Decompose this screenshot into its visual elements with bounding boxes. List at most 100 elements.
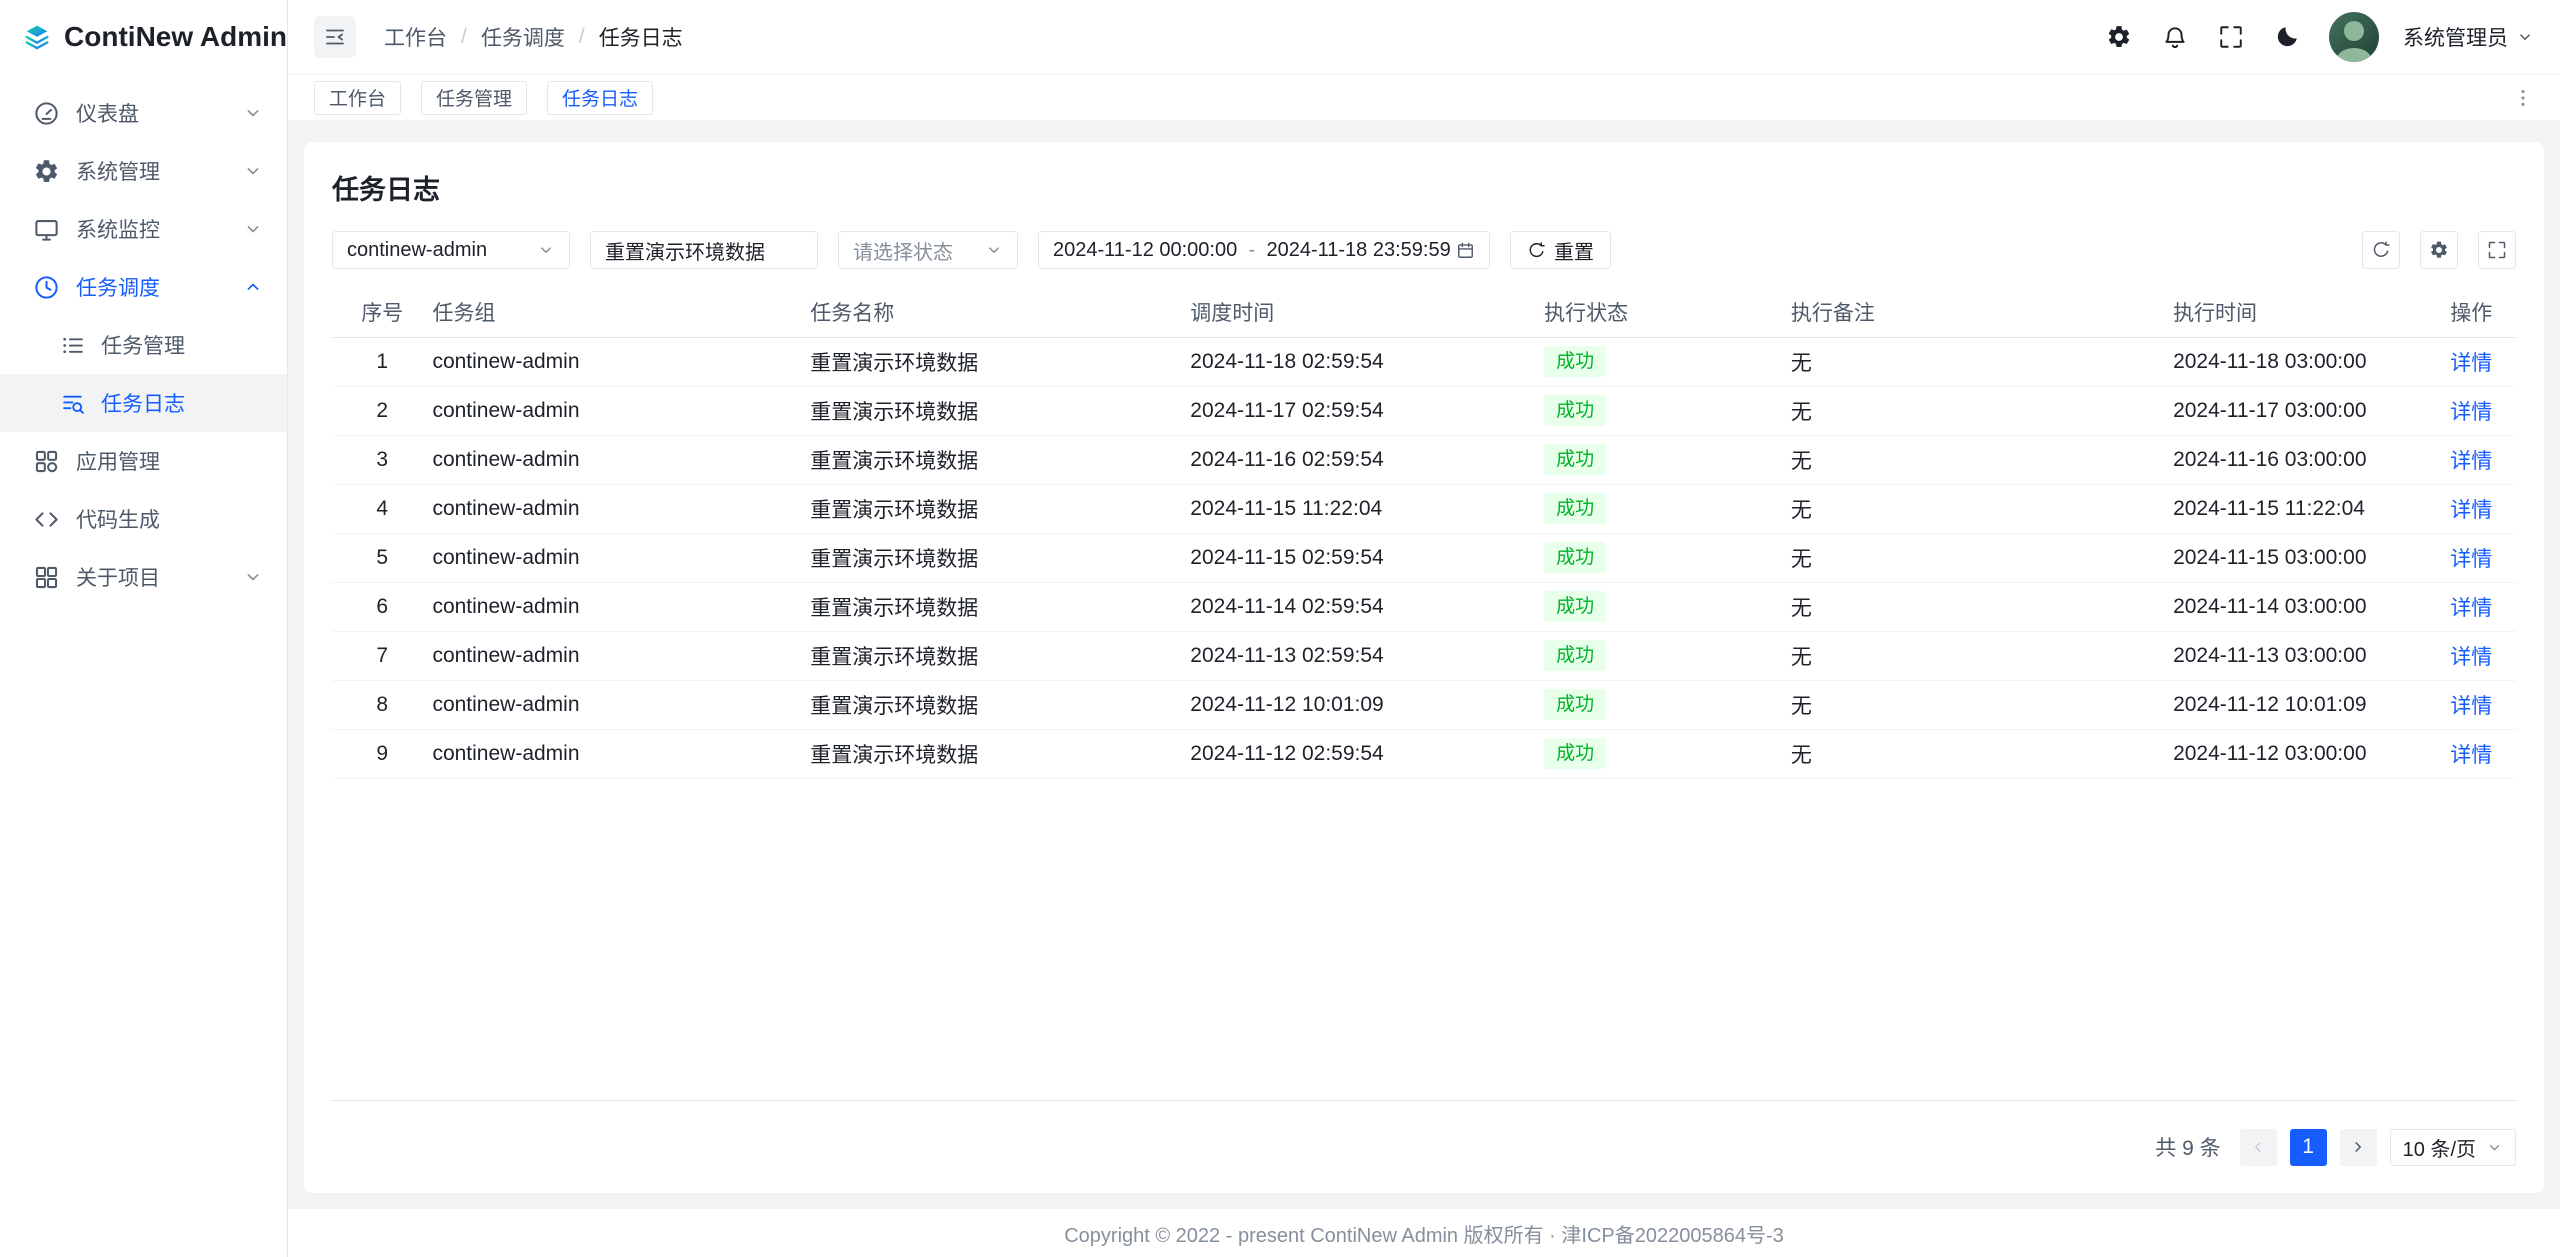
content-area: 任务日志 continew-admin 请选择状态 2024-11-12 00:… [288,120,2560,1209]
cell-schedule-time: 2024-11-18 02:59:54 [1190,337,1544,386]
sidebar-item-system-monitor[interactable]: 系统监控 [0,200,287,258]
theme-toggle-button[interactable] [2265,15,2309,59]
chevron-down-icon [243,567,263,587]
notification-button[interactable] [2153,15,2197,59]
cell-index: 2 [332,386,432,435]
task-name-input[interactable] [590,231,818,269]
task-group-select[interactable]: continew-admin [332,231,570,269]
page-title: 任务日志 [304,142,2544,207]
settings-button[interactable] [2097,15,2141,59]
cell-action: 详情 [2426,533,2516,582]
cell-remark: 无 [1791,729,2173,778]
table-row: 5 continew-admin 重置演示环境数据 2024-11-15 02:… [332,533,2516,582]
detail-link[interactable]: 详情 [2450,450,2492,473]
breadcrumb-separator: / [461,25,467,49]
cell-name: 重置演示环境数据 [810,729,1190,778]
detail-link[interactable]: 详情 [2450,499,2492,522]
reset-button-label: 重置 [1554,236,1594,265]
date-range-picker[interactable]: 2024-11-12 00:00:00 - 2024-11-18 23:59:5… [1038,231,1490,269]
cell-status: 成功 [1544,729,1791,778]
user-menu[interactable]: 系统管理员 [2403,22,2534,52]
status-badge: 成功 [1544,346,1606,377]
table-row: 9 continew-admin 重置演示环境数据 2024-11-12 02:… [332,729,2516,778]
bell-icon [2162,24,2188,50]
cell-schedule-time: 2024-11-14 02:59:54 [1190,582,1544,631]
cell-action: 详情 [2426,435,2516,484]
detail-link[interactable]: 详情 [2450,401,2492,424]
breadcrumb-item[interactable]: 任务调度 [481,22,565,52]
apps-icon [33,448,60,475]
cell-action: 详情 [2426,337,2516,386]
detail-link[interactable]: 详情 [2450,597,2492,620]
col-header-group: 任务组 [432,287,810,337]
status-badge: 成功 [1544,591,1606,622]
sidebar-item-system-management[interactable]: 系统管理 [0,142,287,200]
avatar[interactable] [2329,12,2379,62]
breadcrumb-item[interactable]: 工作台 [384,22,447,52]
status-select[interactable]: 请选择状态 [838,231,1018,269]
sidebar-item-about-project[interactable]: 关于项目 [0,548,287,606]
cell-index: 7 [332,631,432,680]
status-badge: 成功 [1544,689,1606,720]
pagination-total: 共 9 条 [2155,1132,2220,1162]
chevron-down-icon [985,241,1003,259]
page-size-value: 10 条/页 [2403,1133,2476,1162]
table-settings-button[interactable] [2420,231,2458,269]
detail-link[interactable]: 详情 [2450,646,2492,669]
cell-remark: 无 [1791,386,2173,435]
cell-remark: 无 [1791,631,2173,680]
fullscreen-button[interactable] [2209,15,2253,59]
cell-schedule-time: 2024-11-15 02:59:54 [1190,533,1544,582]
table-row: 2 continew-admin 重置演示环境数据 2024-11-17 02:… [332,386,2516,435]
sidebar-item-task-log[interactable]: 任务日志 [0,374,287,432]
moon-icon [2274,24,2300,50]
sidebar-item-app-management[interactable]: 应用管理 [0,432,287,490]
cell-exec-time: 2024-11-15 03:00:00 [2173,533,2426,582]
sidebar-item-task-management[interactable]: 任务管理 [0,316,287,374]
detail-link[interactable]: 详情 [2450,548,2492,571]
sidebar-item-task-schedule[interactable]: 任务调度 [0,258,287,316]
sidebar-menu: 仪表盘 系统管理 系统监控 任务调度 任务管理 [0,74,287,606]
cell-schedule-time: 2024-11-15 11:22:04 [1190,484,1544,533]
chevron-down-icon [2516,28,2534,46]
cell-group: continew-admin [432,582,810,631]
table-refresh-button[interactable] [2362,231,2400,269]
table-fullscreen-button[interactable] [2478,231,2516,269]
page-size-select[interactable]: 10 条/页 [2390,1129,2516,1166]
menu-collapse-button[interactable] [314,16,356,58]
sidebar-item-dashboard[interactable]: 仪表盘 [0,84,287,142]
detail-link[interactable]: 详情 [2450,744,2492,767]
tab-more-button[interactable] [2512,87,2534,109]
pagination-prev-button[interactable] [2240,1129,2277,1166]
cell-index: 1 [332,337,432,386]
grid-icon [33,564,60,591]
cell-schedule-time: 2024-11-12 02:59:54 [1190,729,1544,778]
cell-index: 3 [332,435,432,484]
status-badge: 成功 [1544,395,1606,426]
chevron-down-icon [537,241,555,259]
tab-workbench[interactable]: 工作台 [314,81,401,115]
sidebar-item-code-generation[interactable]: 代码生成 [0,490,287,548]
status-badge: 成功 [1544,542,1606,573]
tab-task-management[interactable]: 任务管理 [421,81,527,115]
cell-exec-time: 2024-11-16 03:00:00 [2173,435,2426,484]
col-header-schedule-time: 调度时间 [1190,287,1544,337]
pagination-page-1[interactable]: 1 [2290,1129,2327,1166]
table-header-row: 序号 任务组 任务名称 调度时间 执行状态 执行备注 执行时间 操作 [332,287,2516,337]
cell-status: 成功 [1544,484,1791,533]
fullscreen-icon [2218,24,2244,50]
gear-icon [2106,24,2132,50]
tab-label: 任务管理 [436,84,512,111]
cell-exec-time: 2024-11-14 03:00:00 [2173,582,2426,631]
detail-link[interactable]: 详情 [2450,695,2492,718]
detail-link[interactable]: 详情 [2450,352,2492,375]
status-badge: 成功 [1544,640,1606,671]
tab-task-log[interactable]: 任务日志 [547,81,653,115]
pagination-next-button[interactable] [2340,1129,2377,1166]
table-row: 1 continew-admin 重置演示环境数据 2024-11-18 02:… [332,337,2516,386]
date-range-separator: - [1243,239,1262,262]
reset-button[interactable]: 重置 [1510,231,1611,269]
user-name: 系统管理员 [2403,22,2508,52]
app-logo[interactable]: ContiNew Admin [0,0,287,74]
cell-exec-time: 2024-11-17 03:00:00 [2173,386,2426,435]
